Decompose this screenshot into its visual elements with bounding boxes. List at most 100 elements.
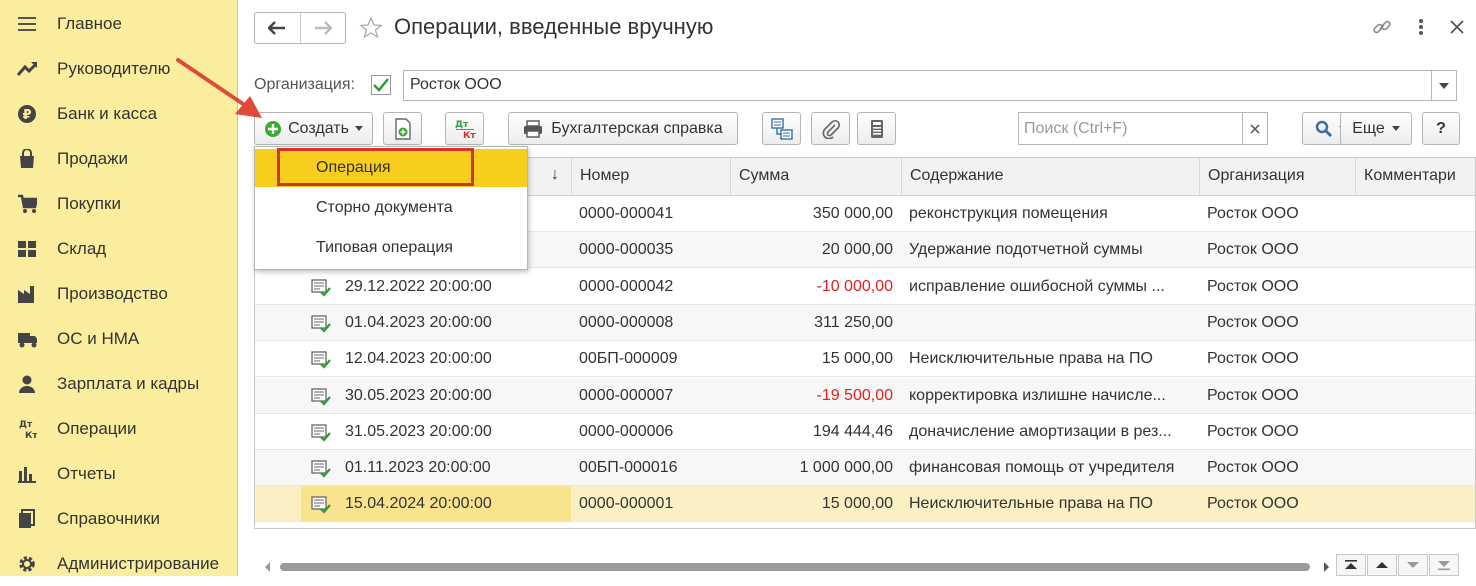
cell-org: Росток ООО xyxy=(1207,278,1299,295)
truck-icon xyxy=(17,329,37,349)
horizontal-scrollbar[interactable] xyxy=(254,557,1336,576)
column-content[interactable]: Содержание xyxy=(901,158,1199,195)
sidebar-item-assets[interactable]: ОС и НМА xyxy=(0,316,238,361)
svg-text:Кт: Кт xyxy=(463,131,476,141)
cell-content: Удержание подотчетной суммы xyxy=(909,241,1143,258)
back-button[interactable] xyxy=(255,13,300,43)
close-icon[interactable] xyxy=(1446,16,1468,38)
sidebar-item-label: Банк и касса xyxy=(57,103,158,123)
posted-document-icon xyxy=(311,496,331,514)
search-input[interactable]: Поиск (Ctrl+F) xyxy=(1018,112,1243,145)
paperclip-icon xyxy=(822,119,840,139)
scroll-thumb[interactable] xyxy=(280,563,1310,571)
posted-document-icon xyxy=(311,315,331,333)
cell-comment xyxy=(1355,486,1475,522)
scroll-left-icon[interactable] xyxy=(264,562,272,572)
cell-org: Росток ООО xyxy=(1207,459,1299,476)
calculator-button[interactable] xyxy=(857,112,896,145)
shopping-bag-icon xyxy=(17,148,37,169)
table-row[interactable]: 30.05.2023 20:00:00 0000-000007 -19 500,00… xyxy=(255,378,1475,414)
scroll-right-icon[interactable] xyxy=(1322,562,1330,572)
printer-icon xyxy=(524,119,543,138)
sidebar-item-warehouse[interactable]: Склад xyxy=(0,226,238,271)
org-dropdown-button[interactable] xyxy=(1432,70,1457,101)
menu-lines-icon xyxy=(17,14,37,34)
person-icon xyxy=(17,374,37,394)
page-down-button[interactable] xyxy=(1398,554,1428,576)
table-row[interactable]: 12.04.2023 20:00:00 00БП-000009 15 000,00 Н… xyxy=(255,341,1475,377)
structure-button[interactable] xyxy=(762,112,801,145)
cell-amount: 194 444,46 xyxy=(812,423,893,440)
dt-kt-button[interactable]: Дт Кт xyxy=(445,112,484,145)
cell-content: исправление ошибосной суммы ... xyxy=(909,278,1165,295)
column-number[interactable]: Номер xyxy=(571,158,730,195)
copy-document-button[interactable] xyxy=(383,112,422,145)
cell-number: 0000-000007 xyxy=(579,387,674,404)
table-row[interactable]: 29.12.2022 20:00:00 0000-000042 -10 000,00… xyxy=(255,269,1475,305)
column-comment[interactable]: Комментари xyxy=(1355,158,1475,195)
link-icon[interactable] xyxy=(1371,16,1393,38)
search-clear-button[interactable] xyxy=(1243,112,1268,145)
more-vertical-icon[interactable] xyxy=(1410,16,1432,38)
sidebar-item-directories[interactable]: Справочники xyxy=(0,496,238,541)
org-filter-checkbox[interactable] xyxy=(371,75,391,95)
scroll-to-bottom-button[interactable] xyxy=(1429,554,1459,576)
attach-file-button[interactable] xyxy=(811,112,850,145)
cell-date: 31.05.2023 20:00:00 xyxy=(345,423,492,440)
accounting-report-label: Бухгалтерская справка xyxy=(551,119,723,137)
copy-document-icon xyxy=(394,117,411,140)
check-icon xyxy=(373,78,389,92)
create-button[interactable]: Создать xyxy=(254,112,373,145)
gear-icon xyxy=(17,554,37,574)
sidebar-item-salary[interactable]: Зарплата и кадры xyxy=(0,361,238,406)
menu-item-operation[interactable]: Операция xyxy=(255,149,527,187)
menu-item-storno[interactable]: Сторно документа xyxy=(255,189,527,227)
table-row[interactable]: 15.04.2024 20:00:00 0000-000001 15 000,00 Н… xyxy=(255,486,1475,522)
table-row[interactable]: 01.04.2023 20:00:00 0000-000008 311 250,00… xyxy=(255,305,1475,341)
sidebar-item-operations[interactable]: Дт Кт Операции xyxy=(0,406,238,451)
menu-item-typical-operation[interactable]: Типовая операция xyxy=(255,229,527,267)
page-up-button[interactable] xyxy=(1367,554,1397,576)
more-button[interactable]: Еще xyxy=(1340,112,1412,145)
forward-button[interactable] xyxy=(299,13,345,43)
org-input[interactable]: Росток ООО xyxy=(403,70,1432,101)
table-row[interactable]: 01.11.2023 20:00:00 00БП-000016 1 000 000,… xyxy=(255,450,1475,486)
sidebar-item-bank[interactable]: ₽ Банк и касса xyxy=(0,91,238,136)
cell-org: Росток ООО xyxy=(1207,205,1299,222)
column-organization[interactable]: Организация xyxy=(1199,158,1355,195)
ruble-coin-icon: ₽ xyxy=(17,104,37,124)
cell-comment xyxy=(1355,232,1475,268)
sidebar-item-manager[interactable]: Руководителю xyxy=(0,46,238,91)
accounting-report-button[interactable]: Бухгалтерская справка xyxy=(508,112,738,145)
warehouse-grid-icon xyxy=(17,239,37,259)
sidebar-item-label: ОС и НМА xyxy=(57,328,140,348)
posted-document-icon xyxy=(311,279,331,297)
cell-amount: 350 000,00 xyxy=(812,205,893,222)
sidebar-item-label: Операции xyxy=(57,418,137,438)
sidebar-item-purchases[interactable]: Покупки xyxy=(0,181,238,226)
table-row[interactable]: 31.05.2023 20:00:00 0000-000006 194 444,46… xyxy=(255,414,1475,450)
help-button[interactable]: ? xyxy=(1422,112,1460,145)
sidebar-item-main[interactable]: Главное xyxy=(0,1,238,46)
cell-content: финансовая помощь от учредителя xyxy=(909,459,1175,476)
cell-org: Росток ООО xyxy=(1207,314,1299,331)
svg-text:Дт: Дт xyxy=(455,120,469,130)
cell-amount: 15 000,00 xyxy=(821,350,893,367)
chevron-up-icon xyxy=(1376,562,1388,568)
help-button-label: ? xyxy=(1436,119,1446,137)
sidebar-item-sales[interactable]: Продажи xyxy=(0,136,238,181)
sidebar-item-admin[interactable]: Администрирование xyxy=(0,541,238,586)
scroll-to-top-button[interactable] xyxy=(1336,554,1366,576)
sidebar-item-label: Администрирование xyxy=(57,553,220,573)
cell-amount: 20 000,00 xyxy=(821,241,893,258)
favorite-star-icon[interactable] xyxy=(359,16,383,45)
chevron-down-icon xyxy=(1439,82,1449,89)
cell-comment xyxy=(1355,269,1475,305)
column-amount[interactable]: Сумма xyxy=(730,158,901,195)
posted-document-icon xyxy=(311,424,331,442)
sidebar-item-production[interactable]: Производство xyxy=(0,271,238,316)
sidebar-item-reports[interactable]: Отчеты xyxy=(0,451,238,496)
cell-date: 29.12.2022 20:00:00 xyxy=(345,278,492,295)
svg-text:₽: ₽ xyxy=(22,108,31,123)
cell-number: 0000-000041 xyxy=(579,205,674,222)
